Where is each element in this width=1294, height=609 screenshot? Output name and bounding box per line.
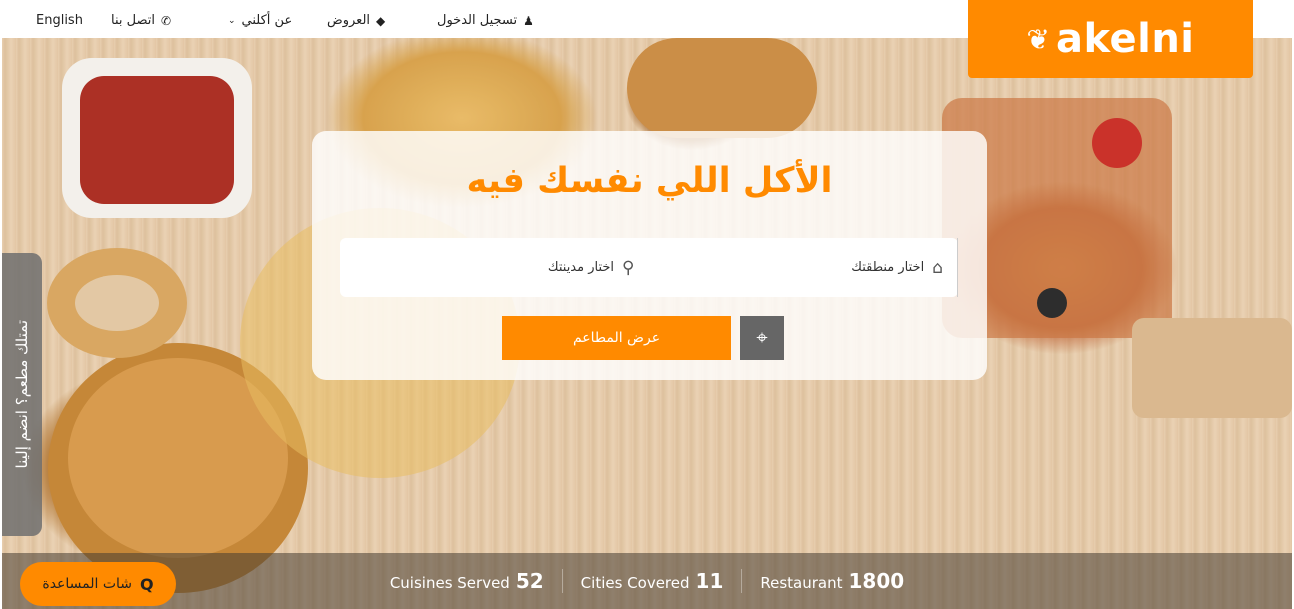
nav-offers[interactable]: ◆ العروض: [327, 13, 385, 28]
map-pin-icon: ⚲: [622, 257, 635, 278]
logo-fork-icon: ❦: [1026, 22, 1050, 56]
locate-me-button[interactable]: ⌖: [740, 316, 784, 360]
language-label: English: [36, 13, 83, 28]
city-select[interactable]: ⚲ اختار مدينتك: [340, 238, 649, 297]
nav-contact-label: اتصل بنا: [111, 13, 155, 28]
nav-about-label: عن أكلني: [241, 13, 293, 28]
home-icon: ⌂: [932, 257, 943, 278]
crosshair-icon: ⌖: [756, 326, 768, 349]
stat-cuisines: Cuisines Served 52: [372, 569, 562, 593]
stat-label: Cuisines Served: [389, 574, 510, 592]
phone-icon: ✆: [160, 13, 172, 28]
stat-value: 1800: [848, 569, 905, 593]
hero-headline: الأكل اللي نفسك فيه: [466, 161, 833, 201]
stat-cities: Cities Covered 11: [561, 569, 742, 593]
join-restaurant-tab[interactable]: تمتلك مطعم؟ انضم إلينا: [2, 253, 42, 536]
area-select[interactable]: ⌂ اختار منطقتك: [649, 238, 958, 297]
area-select-label: اختار منطقتك: [851, 260, 925, 275]
stat-label: Cities Covered: [580, 574, 690, 592]
city-select-label: اختار مدينتك: [547, 260, 615, 275]
stats-bar: Cuisines Served 52 Cities Covered 11 Res…: [2, 553, 1292, 609]
help-chat-label: شات المساعدة: [42, 576, 133, 592]
chevron-down-icon: ⌄: [228, 15, 236, 26]
logo[interactable]: ❦ akelni: [968, 0, 1253, 78]
show-restaurants-button[interactable]: عرض المطاعم: [502, 316, 731, 360]
location-selects: ⚲ اختار مدينتك ⌂ اختار منطقتك: [340, 238, 958, 297]
stat-value: 52: [515, 569, 544, 593]
logo-text: akelni: [1055, 16, 1195, 62]
nav-contact[interactable]: ✆ اتصل بنا: [111, 13, 171, 28]
stat-label: Restaurant: [760, 574, 843, 592]
nav-about[interactable]: عن أكلني ⌄: [228, 13, 292, 28]
nav-offers-label: العروض: [327, 13, 371, 28]
nav-login[interactable]: ♟ تسجيل الدخول: [437, 13, 534, 28]
stat-restaurants: Restaurant 1800: [741, 569, 922, 593]
stat-value: 11: [695, 569, 724, 593]
help-chat-button[interactable]: Q شات المساعدة: [20, 562, 176, 606]
nav-login-label: تسجيل الدخول: [437, 13, 518, 28]
join-restaurant-label: تمتلك مطعم؟ انضم إلينا: [13, 320, 31, 469]
search-icon: Q: [140, 574, 154, 594]
user-icon: ♟: [523, 13, 534, 28]
tag-icon: ◆: [376, 13, 386, 28]
search-card: الأكل اللي نفسك فيه ⚲ اختار مدينتك ⌂ اخت…: [312, 131, 987, 380]
language-switch[interactable]: English: [36, 13, 83, 28]
